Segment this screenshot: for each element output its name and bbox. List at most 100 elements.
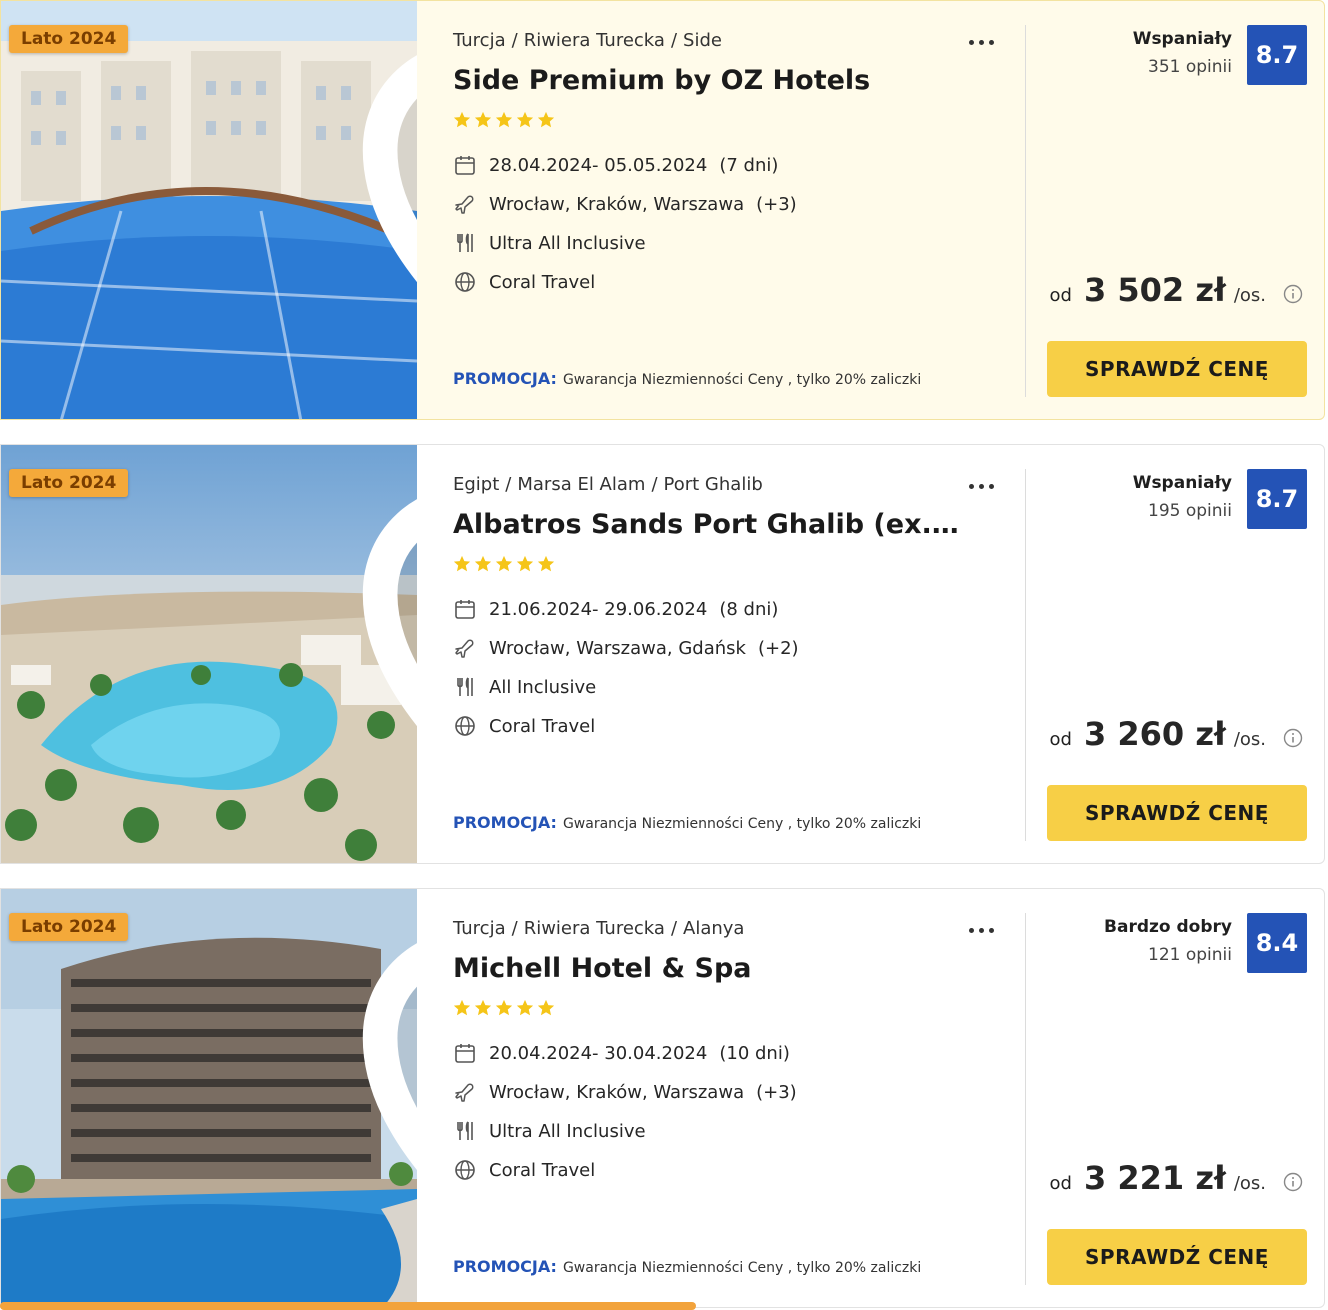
star-icon — [516, 111, 534, 128]
airplane-icon — [455, 639, 474, 658]
horizontal-scrollbar[interactable] — [0, 1302, 696, 1310]
star-icon — [495, 999, 513, 1016]
breadcrumb-country[interactable]: Egipt — [453, 474, 499, 495]
breadcrumb-city[interactable]: Side — [683, 30, 722, 51]
airports-text: Wrocław, Kraków, Warszawa — [489, 193, 745, 215]
more-options-icon[interactable] — [969, 35, 999, 49]
check-price-button[interactable]: SPRAWDŹ CENĘ — [1047, 341, 1307, 397]
breadcrumb-city[interactable]: Alanya — [683, 918, 744, 939]
trip-dates: 28.04.2024- 05.05.2024 (7 dni) — [453, 153, 778, 177]
price: od 3 260 zł /os. — [1050, 715, 1266, 753]
hotel-name[interactable]: Side Premium by OZ Hotels — [453, 65, 870, 96]
tour-operator: Coral Travel — [453, 1158, 595, 1182]
review-count[interactable]: 121 opinii — [1148, 945, 1232, 965]
tour-operator: Coral Travel — [453, 270, 595, 294]
departure-airports: Wrocław, Kraków, Warszawa (+3) — [453, 192, 797, 216]
breadcrumb-region[interactable]: Riwiera Turecka — [524, 918, 665, 939]
check-price-button[interactable]: SPRAWDŹ CENĘ — [1047, 785, 1307, 841]
operator-text: Coral Travel — [489, 1159, 596, 1181]
price-amount: 3 221 zł — [1083, 1159, 1226, 1197]
info-icon[interactable] — [1283, 284, 1303, 304]
promo-text: Gwarancja Niezmienności Ceny , tylko 20%… — [562, 372, 922, 388]
hotel-name[interactable]: Michell Hotel & Spa — [453, 953, 752, 984]
promo-line: PROMOCJA: Gwarancja Niezmienności Ceny , … — [453, 1257, 921, 1276]
breadcrumb-country[interactable]: Turcja — [453, 30, 506, 51]
breadcrumb-region[interactable]: Marsa El Alam — [517, 474, 645, 495]
offer-card[interactable]: Lato 2024 Egipt / Marsa El Alam / Port Ghali… — [0, 444, 1325, 864]
breadcrumb-country[interactable]: Turcja — [453, 918, 506, 939]
favorite-heart-icon[interactable] — [357, 909, 417, 1171]
board-text: All Inclusive — [489, 676, 597, 698]
check-price-button[interactable]: SPRAWDŹ CENĘ — [1047, 1229, 1307, 1285]
hotel-name[interactable]: Albatros Sands Port Ghalib (ex. Red ... — [453, 509, 963, 540]
divider — [1025, 469, 1026, 841]
price: od 3 502 zł /os. — [1050, 271, 1266, 309]
rating-label: Wspaniały — [1132, 473, 1232, 493]
star-icon — [453, 999, 471, 1016]
board-type: Ultra All Inclusive — [453, 231, 646, 255]
offer-card[interactable]: Lato 2024 Turcja / Riwiera Turecka / Side Si… — [0, 0, 1325, 420]
price: od 3 221 zł /os. — [1050, 1159, 1266, 1197]
rating-score: 8.7 — [1247, 25, 1307, 85]
board-type: Ultra All Inclusive — [453, 1119, 646, 1143]
divider — [1025, 25, 1026, 397]
globe-icon — [455, 716, 475, 736]
tour-operator: Coral Travel — [453, 714, 595, 738]
promo-text: Gwarancja Niezmienności Ceny , tylko 20%… — [562, 816, 922, 832]
favorite-heart-icon[interactable] — [357, 465, 417, 727]
info-icon[interactable] — [1283, 728, 1303, 748]
promo-text: Gwarancja Niezmienności Ceny , tylko 20%… — [562, 1260, 922, 1276]
airplane-icon — [455, 1083, 474, 1102]
board-text: Ultra All Inclusive — [489, 232, 646, 254]
operator-text: Coral Travel — [489, 715, 596, 737]
star-icon — [537, 111, 555, 128]
price-from: od — [1049, 729, 1072, 750]
trip-dates: 20.04.2024- 30.04.2024 (10 dni) — [453, 1041, 790, 1065]
season-badge: Lato 2024 — [9, 25, 129, 53]
duration-text: (7 dni) — [719, 154, 779, 176]
offer-card[interactable]: Lato 2024 Turcja / Riwiera Turecka / Alanya … — [0, 888, 1325, 1308]
more-options-icon[interactable] — [969, 479, 999, 493]
trip-dates: 21.06.2024- 29.06.2024 (8 dni) — [453, 597, 778, 621]
hotel-photo[interactable]: Lato 2024 — [1, 1, 417, 419]
airports-text: Wrocław, Kraków, Warszawa — [489, 1081, 745, 1103]
airplane-icon — [455, 195, 474, 214]
dates-text: 28.04.2024- 05.05.2024 — [489, 154, 708, 176]
breadcrumb-region[interactable]: Riwiera Turecka — [524, 30, 665, 51]
dates-text: 21.06.2024- 29.06.2024 — [489, 598, 708, 620]
review-count[interactable]: 351 opinii — [1148, 57, 1232, 77]
star-icon — [537, 999, 555, 1016]
season-badge: Lato 2024 — [9, 913, 129, 941]
location-breadcrumb: Egipt / Marsa El Alam / Port Ghalib — [453, 474, 763, 495]
hotel-photo[interactable]: Lato 2024 — [1, 445, 417, 863]
airports-more[interactable]: (+2) — [758, 638, 799, 659]
divider — [1025, 913, 1026, 1285]
hotel-stars — [453, 999, 555, 1017]
star-icon — [516, 555, 534, 572]
hotel-stars — [453, 555, 555, 573]
hotel-photo-image — [1, 889, 417, 1307]
departure-airports: Wrocław, Warszawa, Gdańsk (+2) — [453, 636, 799, 660]
star-icon — [474, 111, 492, 128]
star-icon — [453, 111, 471, 128]
hotel-photo-image — [1, 1, 417, 419]
breadcrumb-city[interactable]: Port Ghalib — [664, 474, 763, 495]
favorite-heart-icon[interactable] — [357, 21, 417, 283]
hotel-photo[interactable]: Lato 2024 — [1, 889, 417, 1307]
cutlery-icon — [457, 233, 473, 252]
review-count[interactable]: 195 opinii — [1148, 501, 1232, 521]
cutlery-icon — [457, 677, 473, 696]
airports-more[interactable]: (+3) — [756, 1082, 797, 1103]
more-options-icon[interactable] — [969, 923, 999, 937]
airports-more[interactable]: (+3) — [756, 194, 797, 215]
globe-icon — [455, 1160, 475, 1180]
board-text: Ultra All Inclusive — [489, 1120, 646, 1142]
board-type: All Inclusive — [453, 675, 596, 699]
star-icon — [474, 999, 492, 1016]
airports-text: Wrocław, Warszawa, Gdańsk — [489, 637, 746, 659]
rating-label: Bardzo dobry — [1104, 917, 1232, 937]
info-icon[interactable] — [1283, 1172, 1303, 1192]
duration-text: (8 dni) — [719, 598, 779, 620]
dates-text: 20.04.2024- 30.04.2024 — [489, 1042, 708, 1064]
rating-label: Wspaniały — [1132, 29, 1232, 49]
